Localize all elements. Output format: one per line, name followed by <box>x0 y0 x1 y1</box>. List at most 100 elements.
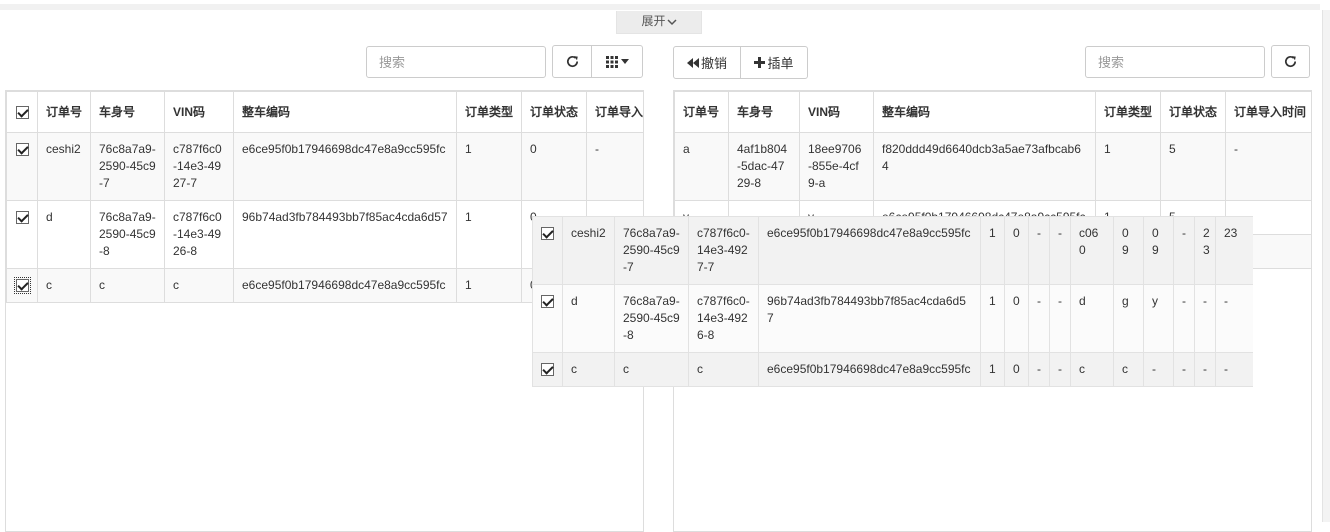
table-row[interactable]: ceshi2 76c8a7a9-2590-45c9-7 c787f6c0-14e… <box>6 132 643 201</box>
table-row[interactable]: c c c e6ce95f0b17946698dc47e8a9cc595fc 1… <box>532 352 1253 387</box>
col-header[interactable]: 订单类型 <box>1095 91 1161 133</box>
row-checkbox[interactable] <box>15 143 29 157</box>
table-cell: 76c8a7a9-2590-45c9-7 <box>90 132 165 201</box>
row-checkbox[interactable] <box>541 227 554 241</box>
col-header[interactable]: VIN码 <box>799 91 874 133</box>
expand-toggle[interactable]: 展开 <box>616 11 702 34</box>
table-cell: e6ce95f0b17946698dc47e8a9cc595fc <box>758 216 981 285</box>
table-cell: c <box>1113 352 1144 387</box>
select-all-checkbox[interactable] <box>15 105 29 119</box>
col-header[interactable]: 订单导入时间 <box>1225 91 1311 133</box>
table-cell: d <box>1070 284 1114 353</box>
right-refresh-button[interactable] <box>1271 45 1310 78</box>
table-row[interactable]: a 4af1b804-5dac-4729-8 18ee9706-855e-4cf… <box>674 132 1311 201</box>
top-bar <box>0 4 1320 10</box>
table-header-row: 订单号 车身号 VIN码 整车编码 订单类型 订单状态 订单导入时间 <box>674 91 1311 133</box>
table-cell: 0 <box>1004 284 1029 353</box>
table-cell: 5 <box>1160 132 1226 201</box>
table-cell: - <box>586 132 643 201</box>
table-cell: 76c8a7a9-2590-45c9-8 <box>614 284 689 353</box>
table-cell: e6ce95f0b17946698dc47e8a9cc595fc <box>233 268 457 303</box>
page-scrollbar[interactable] <box>1322 10 1330 522</box>
table-cell: 1 <box>1095 132 1161 201</box>
table-cell: c <box>1070 352 1114 387</box>
table-cell: - <box>1049 284 1071 353</box>
drag-ghost-rows[interactable]: ceshi2 76c8a7a9-2590-45c9-7 c787f6c0-14e… <box>532 216 1253 387</box>
row-select-cell <box>6 268 38 303</box>
row-select-cell <box>6 132 38 201</box>
refresh-icon <box>565 54 580 69</box>
col-header[interactable]: 车身号 <box>728 91 800 133</box>
row-checkbox[interactable] <box>15 211 29 225</box>
table-cell: - <box>1028 216 1050 285</box>
expand-toggle-label: 展开 <box>641 14 666 28</box>
columns-toggle-button[interactable] <box>591 45 643 78</box>
drag-ghost-table: ceshi2 76c8a7a9-2590-45c9-7 c787f6c0-14e… <box>532 216 1253 387</box>
table-cell: - <box>1173 216 1195 285</box>
table-cell: ceshi2 <box>562 216 615 285</box>
table-cell: - <box>1143 352 1174 387</box>
chevron-down-icon <box>666 12 677 32</box>
table-cell: c787f6c0-14e3-4926-8 <box>164 200 234 269</box>
table-cell: 1 <box>456 268 522 303</box>
table-cell: c060 <box>1070 216 1114 285</box>
table-row[interactable]: ceshi2 76c8a7a9-2590-45c9-7 c787f6c0-14e… <box>532 216 1253 285</box>
table-cell: y <box>1143 284 1174 353</box>
col-header[interactable]: VIN码 <box>164 91 234 133</box>
table-cell: c787f6c0-14e3-4927-7 <box>688 216 759 285</box>
row-checkbox[interactable] <box>541 363 554 377</box>
table-cell: - <box>1049 216 1071 285</box>
table-cell: c <box>164 268 234 303</box>
table-header-row: 订单号 车身号 VIN码 整车编码 订单类型 订单状态 订单导入 <box>6 91 643 133</box>
table-cell: d <box>37 200 91 269</box>
col-header[interactable]: 订单导入 <box>586 91 643 133</box>
table-cell: 0 <box>1004 352 1029 387</box>
table-row[interactable]: d 76c8a7a9-2590-45c9-8 c787f6c0-14e3-492… <box>532 284 1253 353</box>
row-select-cell <box>532 284 563 353</box>
table-cell: - <box>1225 132 1311 201</box>
table-cell: - <box>1194 284 1216 353</box>
refresh-icon <box>1283 54 1298 69</box>
table-cell: 1 <box>980 352 1005 387</box>
row-checkbox[interactable] <box>541 295 554 309</box>
table-cell: - <box>1028 284 1050 353</box>
table-cell: 96b74ad3fb784493bb7f85ac4cda6d57 <box>233 200 457 269</box>
row-select-cell <box>532 216 563 285</box>
col-header[interactable]: 订单号 <box>674 91 729 133</box>
table-cell: 76c8a7a9-2590-45c9-7 <box>614 216 689 285</box>
col-header[interactable]: 订单状态 <box>1160 91 1226 133</box>
table-cell: - <box>1215 284 1253 353</box>
table-cell: 09 <box>1113 216 1144 285</box>
col-header[interactable]: 订单号 <box>37 91 91 133</box>
table-cell: - <box>1049 352 1071 387</box>
table-cell: a <box>674 132 729 201</box>
table-cell: 0 <box>521 132 587 201</box>
table-cell: 1 <box>980 216 1005 285</box>
left-refresh-button[interactable] <box>552 45 592 78</box>
table-cell: g <box>1113 284 1144 353</box>
caret-down-icon <box>621 58 629 65</box>
table-cell: c <box>562 352 615 387</box>
plus-icon <box>754 57 766 68</box>
table-cell: - <box>1194 352 1216 387</box>
table-cell: 23 <box>1194 216 1216 285</box>
col-header[interactable]: 车身号 <box>90 91 165 133</box>
table-cell: - <box>1173 284 1195 353</box>
cancel-button[interactable]: 撤销 <box>673 46 741 79</box>
col-header[interactable]: 整车编码 <box>233 91 457 133</box>
col-header[interactable]: 整车编码 <box>873 91 1096 133</box>
grid-icon <box>605 55 619 69</box>
row-select-cell <box>6 200 38 269</box>
col-header[interactable]: 订单类型 <box>456 91 522 133</box>
right-search-input[interactable] <box>1085 46 1265 78</box>
col-header[interactable]: 订单状态 <box>521 91 587 133</box>
select-all-cell <box>6 91 38 133</box>
table-cell: c787f6c0-14e3-4927-7 <box>164 132 234 201</box>
insert-order-button-label: 插单 <box>767 56 794 71</box>
table-cell: 18ee9706-855e-4cf9-a <box>799 132 874 201</box>
table-cell: d <box>562 284 615 353</box>
row-checkbox[interactable] <box>13 277 31 295</box>
insert-order-button[interactable]: 插单 <box>740 46 808 79</box>
table-cell: e6ce95f0b17946698dc47e8a9cc595fc <box>758 352 981 387</box>
left-search-input[interactable] <box>366 46 546 78</box>
